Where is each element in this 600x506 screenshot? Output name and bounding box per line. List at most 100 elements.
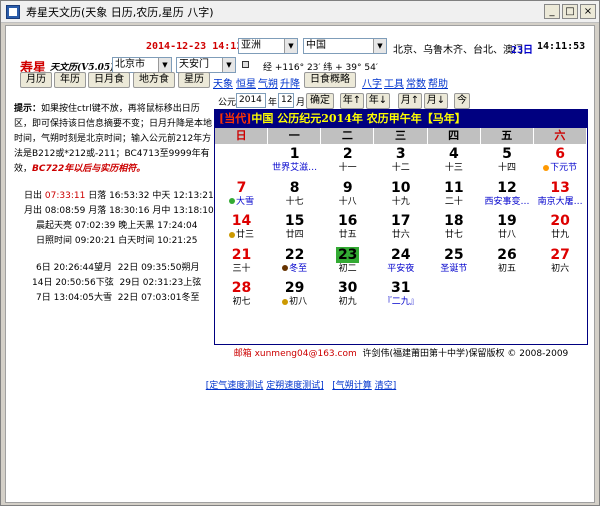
calendar-day[interactable]: 4 十三 <box>427 146 480 179</box>
minimize-button[interactable]: _ <box>544 4 560 19</box>
day-label: 二十 <box>427 196 480 208</box>
link-celestial[interactable]: 天象 <box>213 75 233 90</box>
calendar-day[interactable]: 11 二十 <box>427 180 480 213</box>
calendar-day[interactable]: 3 十二 <box>374 146 427 179</box>
calendar-day[interactable]: 28 初七 <box>215 280 268 313</box>
calendar-day[interactable]: 23 初二 <box>321 246 374 280</box>
link-help[interactable]: 帮助 <box>428 75 448 90</box>
calendar-day[interactable]: 26 初五 <box>481 247 534 280</box>
month-input[interactable]: 12 <box>278 93 294 108</box>
lunar-text: 初七 <box>232 297 251 307</box>
calendar-day[interactable]: 10 十九 <box>374 180 427 213</box>
city-select[interactable]: 北京市 ▼ <box>112 57 172 73</box>
link-clear[interactable]: 清空] <box>375 381 397 391</box>
day-number: 31 <box>391 280 411 296</box>
country-select[interactable]: 中国 ▼ <box>303 38 387 54</box>
link-constants[interactable]: 常数 <box>406 75 426 90</box>
phase-row: 7日 13:04:05大雪 22日 07:03:01冬至 <box>36 293 200 303</box>
calendar-day[interactable]: 5 十四 <box>481 146 534 179</box>
calendar-day[interactable]: 25 圣诞节 <box>427 247 480 280</box>
calendar-day[interactable]: 27 初六 <box>534 247 587 280</box>
calendar-day[interactable]: 16 廿五 <box>321 213 374 246</box>
day-label: 十二 <box>374 162 427 174</box>
calendar-day[interactable]: 19 廿八 <box>481 213 534 246</box>
calendar-day[interactable]: 17 廿六 <box>374 213 427 246</box>
eclipse-summary-button[interactable]: 日食概略 <box>304 72 356 88</box>
day-number: 23 <box>335 246 360 263</box>
eclipse-button[interactable]: 日月食 <box>88 72 130 88</box>
client-area: 2014-12-23 14:11:53 亚洲 ▼ 中国 ▼ 北京、乌鲁木齐、台北… <box>5 25 595 503</box>
calendar-day[interactable]: 29 初八 <box>268 280 321 313</box>
day-number: 24 <box>391 246 411 263</box>
calendar-day[interactable]: 9 十八 <box>321 180 374 213</box>
calendar-day[interactable]: 22 冬至 <box>268 247 321 280</box>
twilight-row: 晨起天亮 07:02:39 晚上天黑 17:24:04 <box>36 221 198 231</box>
calendar-day[interactable]: 30 初九 <box>321 280 374 313</box>
today-button[interactable]: 今 <box>454 93 470 109</box>
calendar-day[interactable]: 7 大雪 <box>215 180 268 213</box>
day-label: 十七 <box>268 196 321 208</box>
lunar-text: 十四 <box>497 163 516 173</box>
lunar-text: 冬至 <box>289 263 308 274</box>
city-list: 北京、乌鲁木齐、台北、澳门 <box>393 45 523 56</box>
link-qishuo-calc[interactable]: [气朔计算 <box>332 381 372 391</box>
calendar-day[interactable]: 18 廿七 <box>427 213 480 246</box>
calendar-day[interactable]: 31 『二九』 <box>374 280 427 313</box>
day-number: 4 <box>449 146 459 162</box>
link-qishuo[interactable]: 气朔 <box>258 75 278 90</box>
close-button[interactable]: × <box>580 4 596 19</box>
day-label: 十四 <box>481 162 534 174</box>
link-shuo-speed-test[interactable]: 定朔速度测试] <box>266 381 324 391</box>
local-eclipse-button[interactable]: 地方食 <box>133 72 175 88</box>
day-number: 20 <box>550 213 570 229</box>
year-input[interactable]: 2014 <box>236 93 266 108</box>
window-controls: _ □ × <box>544 4 596 19</box>
era-label: [当代] <box>219 112 252 125</box>
coords-toggle-icon[interactable] <box>242 60 252 70</box>
lunar-text: 初九 <box>338 297 357 307</box>
next-month-button[interactable]: 月↓ <box>424 93 448 109</box>
weekday-wed: 三 <box>374 128 428 144</box>
day-number: 28 <box>231 280 252 296</box>
copyright-text: 许剑伟(福建莆田第十中学)保留版权 © 2008-2009 <box>362 349 569 359</box>
day-number: 22 <box>284 246 305 263</box>
link-tools[interactable]: 工具 <box>384 75 404 90</box>
calendar-day[interactable]: 15 廿四 <box>268 213 321 246</box>
lunar-text: 初六 <box>551 263 570 274</box>
day-number: 6 <box>555 146 565 162</box>
calendar-day[interactable]: 20 廿九 <box>534 213 587 246</box>
link-rise-set[interactable]: 升降 <box>280 75 300 90</box>
next-year-button[interactable]: 年↓ <box>366 93 390 109</box>
region-select[interactable]: 亚洲 ▼ <box>238 38 298 54</box>
day-number: 29 <box>284 280 305 296</box>
city-value: 北京市 <box>115 59 145 70</box>
day-label: 三十 <box>215 263 268 275</box>
prev-month-button[interactable]: 月↑ <box>398 93 422 109</box>
link-qi-speed-test[interactable]: [定气速度测试 <box>206 381 264 391</box>
place-select[interactable]: 天安门 ▼ <box>176 57 236 73</box>
year-cal-button[interactable]: 年历 <box>54 72 86 88</box>
day-number: 5 <box>502 146 512 162</box>
calendar-day[interactable]: 2 十一 <box>321 146 374 179</box>
calendar-day[interactable]: 1 世界艾滋… <box>268 146 321 179</box>
lunar-text: 十九 <box>391 196 410 207</box>
month-cal-button[interactable]: 月历 <box>20 72 52 88</box>
link-bazi[interactable]: 八字 <box>362 75 382 90</box>
calendar-day[interactable]: 13 南京大屠… <box>534 180 587 213</box>
day-label: 世界艾滋… <box>268 162 321 174</box>
calendar-day[interactable]: 8 十七 <box>268 180 321 213</box>
copyright-line: 邮箱 xunmeng04@163.com 许剑伟(福建莆田第十中学)保留版权 ©… <box>214 346 588 359</box>
ephemeris-button[interactable]: 星历 <box>178 72 210 88</box>
calendar-day[interactable]: 12 西安事变… <box>481 180 534 213</box>
calendar-day[interactable]: 6 下元节 <box>534 146 587 179</box>
day-number: 14 <box>231 213 252 229</box>
calendar-day[interactable]: 24 平安夜 <box>374 247 427 280</box>
date-day: 23日 <box>511 45 534 56</box>
calendar-day[interactable]: 14 廿三 <box>215 213 268 246</box>
link-stars[interactable]: 恒星 <box>236 75 256 90</box>
maximize-button[interactable]: □ <box>562 4 578 19</box>
calendar-day[interactable]: 21 三十 <box>215 247 268 280</box>
ok-button[interactable]: 确定 <box>306 93 334 109</box>
day-number: 13 <box>550 179 570 196</box>
prev-year-button[interactable]: 年↑ <box>340 93 364 109</box>
